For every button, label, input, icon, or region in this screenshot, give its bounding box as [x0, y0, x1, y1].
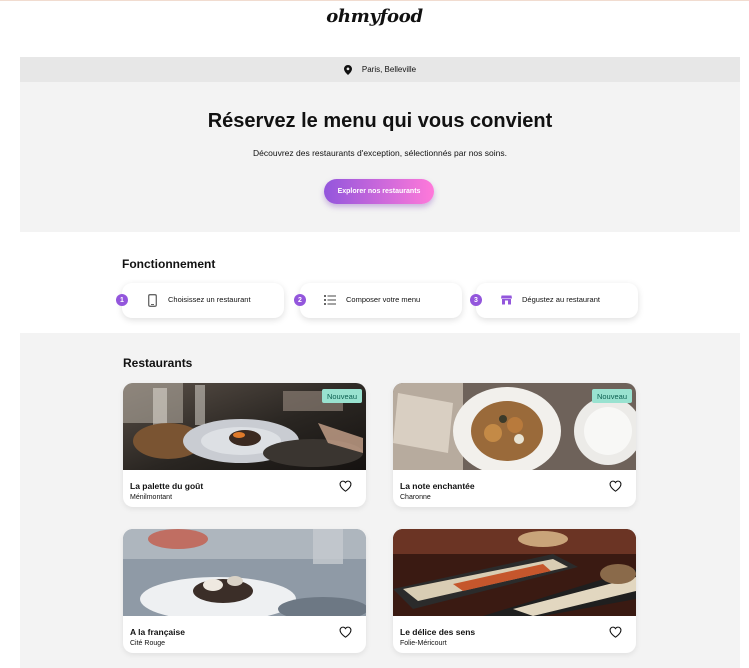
hero-subtitle: Découvrez des restaurants d'exception, s…: [253, 148, 507, 158]
step-label: Composer votre menu: [346, 295, 421, 304]
restaurant-name: Le délice des sens: [400, 627, 476, 637]
ohmyfood-logo[interactable]: ohmyfood: [0, 6, 749, 27]
restaurant-photo: [393, 529, 636, 616]
heart-outline-icon[interactable]: [609, 480, 622, 492]
heart-outline-icon[interactable]: [609, 626, 622, 638]
site-header: ohmyfood: [0, 1, 749, 57]
restaurant-name: La note enchantée: [400, 481, 475, 491]
restaurant-name: La palette du goût: [130, 481, 204, 491]
location-bar[interactable]: Paris, Belleville: [20, 57, 740, 82]
explore-restaurants-button[interactable]: Explorer nos restaurants: [324, 179, 434, 204]
step-number-badge: 3: [470, 294, 482, 306]
restaurant-card-4[interactable]: Le délice des sens Folie-Méricourt: [393, 529, 636, 653]
step-number-badge: 1: [116, 294, 128, 306]
hero-title: Réservez le menu qui vous convient: [207, 110, 553, 132]
restaurant-card-2[interactable]: Nouveau La note enchantée Charonne: [393, 383, 636, 507]
restaurants-title: Restaurants: [123, 356, 193, 370]
restaurant-card-3[interactable]: A la française Cité Rouge: [123, 529, 366, 653]
restaurant-photo: [123, 529, 366, 616]
restaurant-district: Folie-Méricourt: [400, 640, 447, 647]
store-icon: [499, 293, 513, 307]
step-card-1[interactable]: 1 Choisissez un restaurant: [116, 283, 284, 318]
step-label: Dégustez au restaurant: [522, 295, 600, 304]
location-text: Paris, Belleville: [361, 65, 417, 74]
hero-section: Réservez le menu qui vous convient Décou…: [20, 82, 740, 232]
step-label: Choisissez un restaurant: [168, 295, 251, 304]
heart-outline-icon[interactable]: [339, 626, 352, 638]
restaurant-district: Ménilmontant: [130, 494, 173, 501]
restaurant-district: Charonne: [400, 494, 431, 501]
step-card-2[interactable]: 2 Composer votre menu: [294, 283, 462, 318]
map-pin-icon: [343, 64, 352, 75]
new-badge: Nouveau: [591, 389, 632, 403]
restaurant-district: Cité Rouge: [130, 640, 166, 647]
restaurant-name: A la française: [130, 627, 185, 637]
new-badge: Nouveau: [321, 389, 362, 403]
list-icon: [323, 293, 337, 307]
how-it-works-title: Fonctionnement: [122, 257, 216, 271]
step-number-badge: 2: [294, 294, 306, 306]
step-card-3[interactable]: 3 Dégustez au restaurant: [470, 283, 638, 318]
restaurant-card-1[interactable]: Nouveau La palette du goût Ménilmontant: [123, 383, 366, 507]
mobile-phone-icon: [145, 293, 159, 307]
heart-outline-icon[interactable]: [339, 480, 352, 492]
